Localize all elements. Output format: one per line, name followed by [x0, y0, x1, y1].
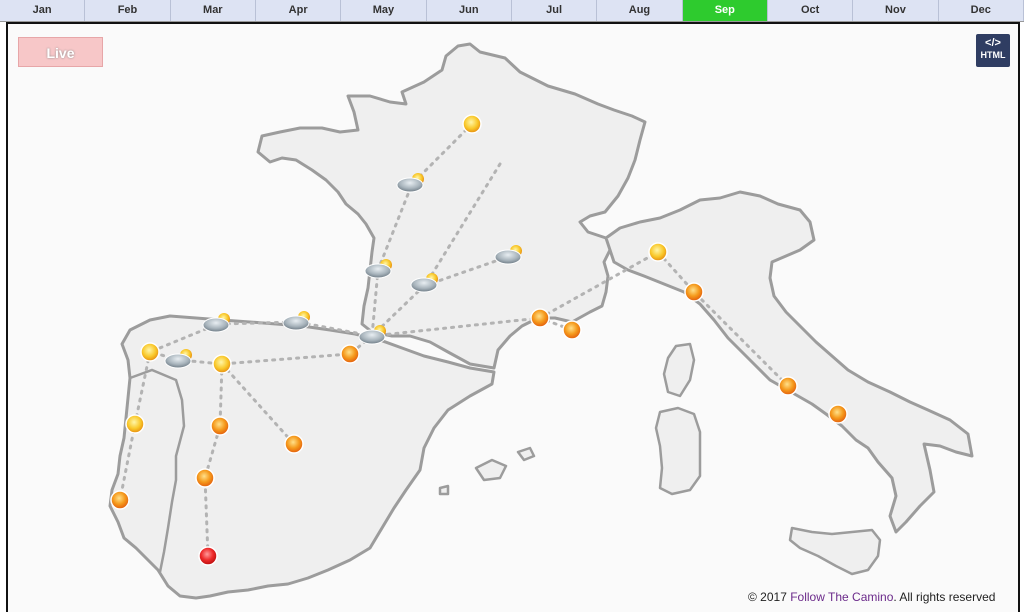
weather-marker-seville[interactable]	[198, 546, 218, 566]
weather-marker-madrid[interactable]	[284, 434, 304, 454]
sun-icon	[210, 416, 230, 436]
cloud-icon	[494, 249, 522, 265]
sun-icon	[684, 282, 704, 302]
sun-icon	[828, 404, 848, 424]
weather-marker-caceres[interactable]	[195, 468, 215, 488]
weather-marker-santiago[interactable]	[140, 342, 160, 362]
weather-marker-salamanca[interactable]	[210, 416, 230, 436]
live-button[interactable]: Live	[18, 37, 103, 67]
sun-icon	[778, 376, 798, 396]
weather-marker-leon[interactable]	[212, 354, 232, 374]
rights-text: . All rights reserved	[893, 590, 996, 604]
embed-html-button[interactable]: </> HTML	[976, 34, 1010, 67]
route-map	[108, 42, 974, 600]
menorca-shape	[516, 446, 536, 462]
sun-icon	[110, 490, 130, 510]
sun-icon	[562, 320, 582, 340]
sun-icon	[195, 468, 215, 488]
france-shape	[256, 42, 647, 370]
brand-link[interactable]: Follow The Camino	[790, 590, 893, 604]
copyright-text: © 2017	[748, 590, 791, 604]
sun-icon	[212, 354, 232, 374]
cloud-icon	[202, 317, 230, 333]
sun-icon	[648, 242, 668, 262]
weather-marker-la-spezia[interactable]	[684, 282, 704, 302]
cloud-icon	[410, 277, 438, 293]
sun-icon	[530, 308, 550, 328]
sardinia-shape	[654, 406, 702, 496]
sun-icon	[140, 342, 160, 362]
copyright-footer: © 2017 Follow The Camino. All rights res…	[748, 590, 995, 604]
weather-marker-rome[interactable]	[778, 376, 798, 396]
sicily-shape	[788, 526, 882, 576]
cloud-icon	[358, 329, 386, 345]
weather-marker-porto[interactable]	[125, 414, 145, 434]
mallorca-shape	[474, 458, 508, 482]
weather-marker-marseille[interactable]	[530, 308, 550, 328]
cloud-icon	[282, 315, 310, 331]
weather-marker-turin[interactable]	[648, 242, 668, 262]
sun-icon	[340, 344, 360, 364]
weather-marker-nice[interactable]	[562, 320, 582, 340]
corsica-shape	[662, 342, 696, 398]
weather-marker-santander[interactable]	[282, 311, 310, 331]
sun-icon	[284, 434, 304, 454]
weather-marker-oviedo[interactable]	[202, 313, 230, 333]
code-icon: </>	[985, 37, 1001, 49]
sun-icon	[462, 114, 482, 134]
sun-icon	[125, 414, 145, 434]
weather-marker-naples[interactable]	[828, 404, 848, 424]
weather-marker-lisbon[interactable]	[110, 490, 130, 510]
cloud-icon	[396, 177, 424, 193]
cloud-icon	[164, 353, 192, 369]
weather-marker-paris[interactable]	[462, 114, 482, 134]
ibiza-shape	[438, 484, 450, 496]
embed-html-label: HTML	[980, 50, 1006, 60]
cloud-icon	[364, 263, 392, 279]
weather-marker-pamplona[interactable]	[340, 344, 360, 364]
sun-icon	[198, 546, 218, 566]
